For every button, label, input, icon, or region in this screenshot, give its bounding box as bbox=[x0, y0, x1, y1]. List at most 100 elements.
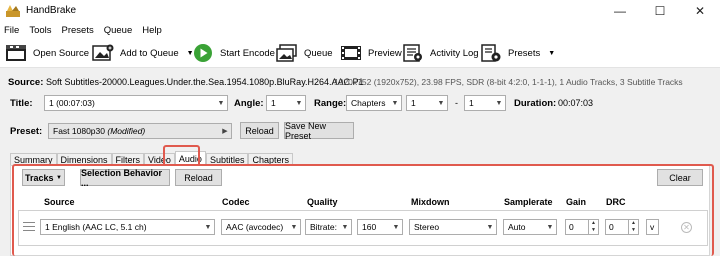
range-end-value: 1 bbox=[469, 98, 474, 108]
film-strip-icon bbox=[340, 43, 362, 63]
chevron-down-icon[interactable]: ▼ bbox=[548, 50, 555, 57]
add-to-queue-button[interactable]: Add to Queue ▼ bbox=[92, 42, 194, 64]
preset-select[interactable]: Fast 1080p30 (Modified) ▶ bbox=[48, 123, 232, 139]
selection-behavior-button[interactable]: Selection Behavior ... bbox=[80, 168, 170, 188]
tracks-button[interactable]: Tracks ▼ bbox=[22, 169, 65, 186]
chevron-down-icon: ▼ bbox=[217, 99, 225, 107]
window-title: HandBrake bbox=[26, 5, 77, 16]
gain-stepper[interactable]: 0 ▲ ▼ bbox=[565, 219, 599, 235]
drag-handle-icon[interactable] bbox=[23, 222, 35, 231]
chevron-down-icon: ▼ bbox=[391, 99, 399, 107]
samplerate-select[interactable]: Auto ▼ bbox=[503, 219, 557, 235]
tracks-label: Tracks bbox=[25, 172, 54, 183]
handbrake-logo-icon bbox=[6, 5, 20, 17]
title-label: Title: bbox=[10, 98, 33, 109]
source-label: Source: bbox=[8, 77, 44, 88]
range-type-select[interactable]: Chapters ▼ bbox=[346, 95, 402, 111]
quality-mode-value: Bitrate: bbox=[310, 222, 337, 232]
chevron-down-icon: ▼ bbox=[392, 223, 400, 231]
play-icon bbox=[192, 43, 214, 63]
preset-modified: (Modified) bbox=[107, 126, 146, 136]
close-icon[interactable]: ✕ bbox=[680, 0, 720, 22]
track-source-value: 1 English (AAC LC, 5.1 ch) bbox=[45, 222, 147, 232]
col-samplerate: Samplerate bbox=[504, 197, 553, 207]
preset-select-text: Fast 1080p30 (Modified) bbox=[53, 126, 145, 136]
activity-log-icon bbox=[402, 43, 424, 63]
preview-label: Preview bbox=[368, 47, 402, 59]
chevron-down-icon: ▼ bbox=[56, 174, 62, 181]
maximize-icon[interactable]: ☐ bbox=[640, 0, 680, 22]
menu-presets[interactable]: Presets bbox=[57, 22, 99, 38]
bitrate-select[interactable]: 160 ▼ bbox=[357, 219, 403, 235]
activity-log-label: Activity Log bbox=[430, 47, 479, 59]
track-extra-field[interactable]: v bbox=[646, 219, 659, 235]
drc-value: 0 bbox=[609, 222, 614, 232]
activity-log-button[interactable]: Activity Log bbox=[402, 42, 479, 64]
spin-arrows-icon[interactable]: ▲ ▼ bbox=[628, 220, 638, 234]
audio-clear-button[interactable]: Clear bbox=[657, 169, 703, 186]
col-codec: Codec bbox=[222, 197, 250, 207]
chevron-down-icon: ▼ bbox=[437, 99, 445, 107]
title-select-value: 1 (00:07:03) bbox=[49, 98, 95, 108]
queue-button[interactable]: Queue bbox=[276, 42, 333, 64]
spin-arrows-icon[interactable]: ▲ ▼ bbox=[588, 220, 598, 234]
menu-help[interactable]: Help bbox=[137, 22, 167, 38]
presets-button[interactable]: Presets ▼ bbox=[480, 42, 555, 64]
menu-bar: File Tools Presets Queue Help bbox=[0, 22, 720, 38]
add-to-queue-label: Add to Queue bbox=[120, 47, 179, 59]
chevron-right-icon: ▶ bbox=[222, 128, 228, 135]
source-name: Soft Subtitles-20000.Leagues.Under.the.S… bbox=[46, 77, 364, 87]
range-start-value: 1 bbox=[411, 98, 416, 108]
remove-track-icon[interactable]: ✕ bbox=[681, 222, 692, 233]
track-codec-value: AAC (avcodec) bbox=[226, 222, 284, 232]
presets-label: Presets bbox=[508, 47, 541, 59]
range-start-select[interactable]: 1 ▼ bbox=[406, 95, 448, 111]
gain-value: 0 bbox=[569, 222, 574, 232]
preset-label: Preset: bbox=[10, 126, 43, 137]
chevron-down-icon: ▼ bbox=[204, 223, 212, 231]
settings-tabs: Summary Dimensions Filters Video Audio S… bbox=[10, 151, 293, 165]
track-source-select[interactable]: 1 English (AAC LC, 5.1 ch) ▼ bbox=[40, 219, 215, 235]
range-separator: - bbox=[455, 98, 458, 108]
start-encode-button[interactable]: Start Encode bbox=[192, 42, 275, 64]
preset-name: Fast 1080p30 bbox=[53, 126, 105, 136]
chevron-down-icon: ▼ bbox=[495, 99, 503, 107]
title-select[interactable]: 1 (00:07:03) ▼ bbox=[44, 95, 228, 111]
menu-queue[interactable]: Queue bbox=[99, 22, 138, 38]
bitrate-value: 160 bbox=[362, 222, 377, 232]
open-source-label: Open Source bbox=[33, 47, 89, 59]
start-encode-label: Start Encode bbox=[220, 47, 275, 59]
range-end-select[interactable]: 1 ▼ bbox=[464, 95, 506, 111]
samplerate-value: Auto bbox=[508, 222, 526, 232]
menu-tools[interactable]: Tools bbox=[24, 22, 56, 38]
track-codec-select[interactable]: AAC (avcodec) ▼ bbox=[221, 219, 301, 235]
preset-reload-button[interactable]: Reload bbox=[240, 122, 279, 139]
range-label: Range: bbox=[314, 98, 347, 109]
duration-value: 00:07:03 bbox=[558, 98, 594, 108]
angle-select[interactable]: 1 ▼ bbox=[266, 95, 306, 111]
chevron-down-icon: ▼ bbox=[486, 223, 494, 231]
chevron-down-icon: ▼ bbox=[290, 223, 298, 231]
chevron-down-icon: ▼ bbox=[341, 223, 349, 231]
add-image-icon bbox=[92, 43, 114, 63]
chevron-down-icon: ▼ bbox=[295, 99, 303, 107]
drc-stepper[interactable]: 0 ▲ ▼ bbox=[605, 219, 639, 235]
preview-button[interactable]: Preview bbox=[340, 42, 402, 64]
col-quality: Quality bbox=[307, 197, 338, 207]
queue-label: Queue bbox=[304, 47, 333, 59]
menu-file[interactable]: File bbox=[0, 22, 24, 38]
audio-reload-button[interactable]: Reload bbox=[175, 169, 222, 186]
col-gain: Gain bbox=[566, 197, 587, 207]
minimize-icon[interactable]: — bbox=[600, 0, 640, 22]
presets-icon bbox=[480, 43, 502, 63]
quality-mode-select[interactable]: Bitrate: ▼ bbox=[305, 219, 352, 235]
range-type-value: Chapters bbox=[351, 98, 386, 108]
source-info: 1920x752 (1920x752), 23.98 FPS, SDR (8-b… bbox=[334, 77, 683, 87]
angle-select-value: 1 bbox=[271, 98, 276, 108]
mixdown-select[interactable]: Stereo ▼ bbox=[409, 219, 497, 235]
open-source-button[interactable]: Open Source bbox=[5, 42, 89, 64]
save-new-preset-button[interactable]: Save New Preset bbox=[284, 121, 354, 141]
mixdown-value: Stereo bbox=[414, 222, 440, 232]
chevron-down-icon: ▼ bbox=[546, 223, 554, 231]
angle-label: Angle: bbox=[234, 98, 264, 109]
